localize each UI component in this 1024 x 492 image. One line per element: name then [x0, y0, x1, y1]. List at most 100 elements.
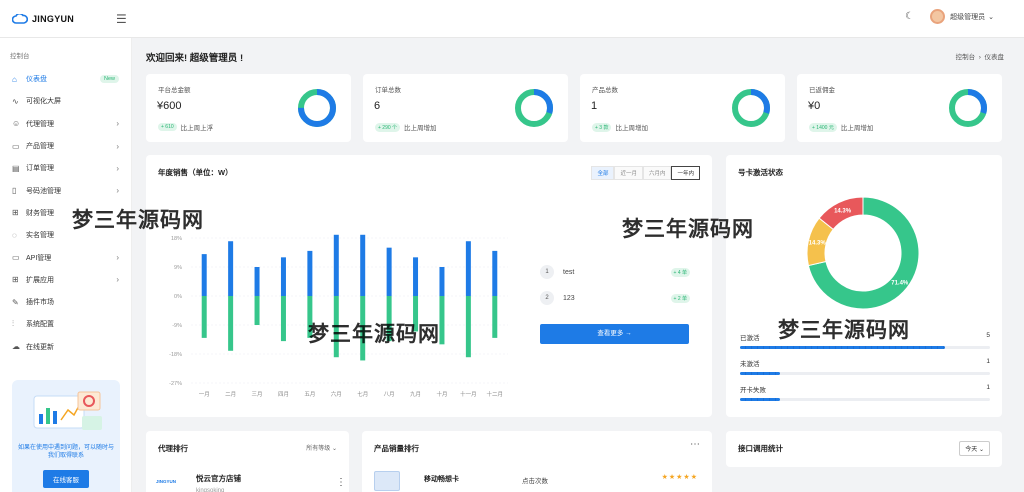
activation-status-row: 未激活 1: [740, 358, 990, 375]
x-tick-label: 九月: [410, 390, 421, 398]
rank-name: 123: [563, 294, 575, 302]
bar-positive: [413, 257, 419, 296]
agent-account: kingsoking: [196, 488, 225, 492]
agent-level-filter[interactable]: 所有等级 ⌄: [306, 443, 337, 452]
range-tabs: 全部 近一月 六月内 一年内: [591, 166, 700, 180]
rank-name: test: [563, 268, 575, 276]
x-tick-label: 三月: [252, 391, 263, 398]
online-support-button[interactable]: 在线客服: [43, 469, 89, 488]
stat-label: 产品总数: [592, 87, 618, 94]
sidebar-item-label: 可视化大屏: [26, 98, 61, 106]
sidebar-item[interactable]: ▭ 产品管理 ›: [0, 135, 131, 157]
rank-number: 1: [540, 265, 554, 279]
logo[interactable]: JINGYUN: [0, 13, 132, 24]
delta-note: 比上周增加: [404, 125, 437, 132]
more-options-icon[interactable]: ⋮: [336, 477, 346, 488]
menu-toggle-icon[interactable]: ☰: [116, 12, 127, 26]
breadcrumb: 控制台 › 仪表盘: [956, 51, 1004, 61]
sidebar-item[interactable]: ∿ 可视化大屏: [0, 90, 131, 112]
range-tab-half-year[interactable]: 六月内: [642, 166, 672, 180]
sidebar-item-label: 扩展应用: [26, 276, 54, 284]
y-tick-label: 9%: [174, 265, 182, 271]
sidebar-item[interactable]: ▯ 号码池管理 ›: [0, 179, 131, 201]
period-select[interactable]: 今天 ⌄: [959, 441, 990, 456]
dark-mode-icon[interactable]: ☾: [905, 11, 914, 22]
sidebar-item[interactable]: ▭ API管理 ›: [0, 246, 131, 268]
delta-note: 比上周增加: [615, 125, 648, 132]
bar-positive: [492, 250, 498, 296]
progress-fill: [740, 346, 945, 349]
range-tab-month[interactable]: 近一月: [614, 166, 643, 180]
y-tick-label: -18%: [169, 352, 182, 358]
chevron-right-icon: ›: [116, 141, 119, 151]
breadcrumb-item: 仪表盘: [984, 54, 1005, 61]
x-tick-label: 六月: [331, 390, 342, 398]
sliders-icon: ⫶: [12, 319, 14, 329]
view-more-button[interactable]: 查看更多 →: [540, 324, 689, 344]
sidebar-item[interactable]: ☁ 在线更新: [0, 336, 131, 358]
user-menu-caret-icon[interactable]: ⌄: [988, 13, 994, 21]
product-metric-label: 点击次数: [522, 478, 548, 485]
chevron-right-icon: ›: [116, 253, 119, 263]
avatar[interactable]: [930, 9, 946, 24]
sales-rank-row[interactable]: 1 test + 4 单: [540, 265, 690, 279]
rank-number: 2: [540, 291, 554, 305]
dashboard-illustration-icon: [33, 391, 102, 430]
sidebar: 控制台 ⌂ 仪表盘 New ∿ 可视化大屏 ☺ 代理管理 › ▭ 产品管理 › ▤ 订单管理 › ▯ 号码池管…: [0, 38, 132, 492]
sidebar-item[interactable]: ⊞ 扩展应用 ›: [0, 269, 131, 291]
activation-status-card: 号卡激活状态 71.4% 14.3% 14.3% 已激活 5 未激活 1 开卡失败 …: [726, 155, 1002, 417]
activity-icon: ∿: [12, 96, 19, 106]
sidebar-item-label: API管理: [26, 254, 52, 262]
wrench-icon: ✎: [12, 297, 19, 307]
bar-positive: [201, 254, 207, 296]
x-tick-label: 八月: [384, 391, 395, 398]
page-title: 欢迎回来! 超级管理员 !: [146, 53, 244, 64]
breadcrumb-item[interactable]: 控制台: [956, 54, 976, 61]
cart-icon: ▤: [12, 163, 20, 173]
sidebar-item-label: 仪表盘: [26, 76, 47, 84]
stat-card: 平台总金额 ¥600 + 610 比上周上浮: [146, 74, 351, 142]
agent-row[interactable]: JINGYUN 悦云官方店铺 kingsoking ⋮: [156, 473, 346, 492]
sales-bar-chart: 18% 9% 0% -9% -18% -27% 一月 二月 三月 四月 五月 六月 七月 八月 九月 十月 十一…: [169, 234, 508, 398]
sidebar-item[interactable]: ⫶ 系统配置: [0, 313, 131, 335]
product-name[interactable]: 移动畅想卡: [424, 474, 459, 484]
top-bar: JINGYUN ☰ ☾ 超级管理员 ⌄: [0, 0, 1024, 38]
stat-card: 产品总数 1 + 3 款比上周增加: [580, 74, 785, 142]
status-count: 1: [986, 358, 990, 365]
stat-donut-chart: [515, 89, 553, 127]
watermark: 梦三年源码网: [72, 208, 204, 232]
delta-badge: + 3 款: [592, 122, 612, 132]
product-ranking-title: 产品销量排行: [374, 444, 419, 453]
bar-negative: [228, 296, 234, 351]
sidebar-item-label: 代理管理: [26, 120, 54, 128]
x-tick-label: 七月: [357, 390, 368, 398]
bank-icon: ⊞: [12, 208, 19, 218]
new-badge: New: [99, 75, 119, 84]
sales-rank-row[interactable]: 2 123 + 2 单: [540, 291, 690, 305]
stat-delta: + 610 比上周上浮: [158, 122, 213, 132]
sidebar-item[interactable]: ⌂ 仪表盘 New: [0, 68, 131, 90]
y-tick-label: 0%: [174, 294, 182, 300]
sidebar-item[interactable]: ✎ 插件市场: [0, 291, 131, 313]
support-promo-card: 如果在使用中遇到问题，可以随时与我们取得联系 在线客服: [12, 380, 120, 492]
bar-negative: [439, 296, 445, 345]
watermark: 梦三年源码网: [622, 217, 754, 241]
users-icon: ☺: [12, 119, 21, 129]
more-options-icon[interactable]: ⋯: [690, 439, 700, 450]
sidebar-item[interactable]: ▤ 订单管理 ›: [0, 157, 131, 179]
sidebar-item-label: 在线更新: [26, 343, 54, 351]
user-name[interactable]: 超级管理员: [950, 12, 985, 22]
status-label: 开卡失败: [740, 387, 766, 394]
chevron-right-icon: ›: [116, 186, 119, 196]
api-call-stats-card: 接口调用统计 今天 ⌄: [726, 431, 1002, 467]
breadcrumb-separator: ›: [976, 54, 983, 61]
rank-badge: + 2 单: [670, 293, 690, 303]
range-tab-year[interactable]: 一年内: [671, 166, 700, 180]
sidebar-item[interactable]: ☺ 代理管理 ›: [0, 113, 131, 135]
y-tick-label: -27%: [169, 381, 182, 387]
stat-label: 订单总数: [375, 87, 401, 94]
agent-ranking-title: 代理排行: [158, 444, 188, 453]
home-icon: ⌂: [12, 74, 17, 84]
range-tab-all[interactable]: 全部: [591, 166, 615, 180]
watermark: 梦三年源码网: [778, 318, 910, 342]
